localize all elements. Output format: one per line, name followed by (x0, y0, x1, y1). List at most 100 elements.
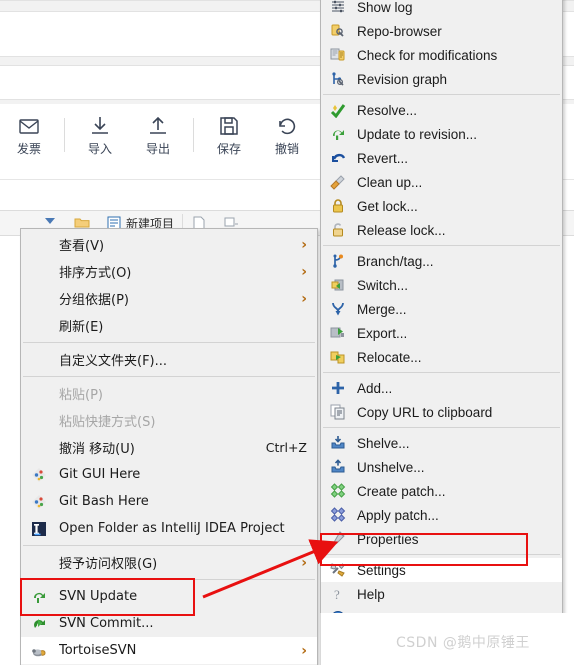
repo-browser-icon (327, 22, 349, 40)
toolbar-item-invoice[interactable]: 发票 (0, 104, 58, 157)
none (29, 554, 49, 572)
menu-item-o[interactable]: 排序方式(O) › (21, 258, 317, 285)
shell-context-menu[interactable]: 查看(V) › 排序方式(O) › 分组依据(P) › 刷新(E) 自定义文件夹(F)... 粘… (20, 228, 318, 665)
menu-item-export[interactable]: Export... (321, 321, 562, 345)
svn-update-icon (29, 588, 49, 606)
toolbar-item-export[interactable]: 导出 (129, 104, 187, 157)
menu-separator (323, 245, 560, 246)
menu-item-unshelve[interactable]: Unshelve... (321, 455, 562, 479)
git-icon (29, 493, 49, 511)
merge-icon (327, 300, 349, 318)
properties-icon (327, 530, 349, 548)
tortoisesvn-icon (29, 642, 49, 660)
menu-item-label: Resolve... (357, 102, 418, 118)
menu-item-switch[interactable]: Switch... (321, 273, 562, 297)
menu-item-label: Help (357, 586, 385, 602)
undo-icon (258, 114, 316, 140)
menu-item-label: Show log (357, 0, 413, 15)
menu-item-help[interactable]: ? Help (321, 582, 562, 606)
toolbar-item-save[interactable]: 保存 (200, 104, 258, 157)
toolbar-item-undo[interactable]: 撤销 (258, 104, 316, 157)
menu-item-e[interactable]: 刷新(E) (21, 312, 317, 339)
menu-item-label: 排序方式(O) (59, 266, 132, 281)
menu-item-label: Add... (357, 380, 393, 396)
shelve-icon (327, 434, 349, 452)
save-icon (200, 114, 258, 140)
menu-item-settings[interactable]: Settings (321, 558, 562, 582)
menu-item-get-lock[interactable]: Get lock... (321, 194, 562, 218)
menu-item-label: Create patch... (357, 483, 446, 499)
menu-item-svn-update[interactable]: SVN Update (21, 583, 317, 610)
menu-item-revert[interactable]: Revert... (321, 146, 562, 170)
menu-item-label: Check for modifications (357, 47, 498, 63)
menu-item-branch-tag[interactable]: Branch/tag... (321, 249, 562, 273)
menu-item-merge[interactable]: Merge... (321, 297, 562, 321)
menu-item-update-to-revision[interactable]: Update to revision... (321, 122, 562, 146)
toolbar-item-import[interactable]: 导入 (71, 104, 129, 157)
menu-item-open-folder-as-intellij-idea-project[interactable]: Open Folder as IntelliJ IDEA Project (21, 515, 317, 542)
export-icon (327, 324, 349, 342)
menu-item-tortoisesvn[interactable]: TortoiseSVN › (21, 637, 317, 664)
menu-item-label: Git Bash Here (59, 494, 149, 509)
menu-item-label: Settings (357, 562, 406, 578)
none (29, 317, 49, 335)
menu-item-label: Export... (357, 325, 408, 341)
menu-item-label: Unshelve... (357, 459, 425, 475)
none (29, 290, 49, 308)
menu-item-release-lock[interactable]: Release lock... (321, 218, 562, 242)
relocate-icon (327, 348, 349, 366)
menu-separator (23, 376, 315, 377)
menu-item-shelve[interactable]: Shelve... (321, 431, 562, 455)
toolbar-label-undo: 撤销 (274, 142, 299, 156)
toolbar-separator-2 (193, 118, 194, 152)
menu-item-git-bash-here[interactable]: Git Bash Here (21, 488, 317, 515)
menu-item-show-log[interactable]: Show log (321, 0, 562, 19)
invoice-icon (0, 114, 58, 140)
menu-item-u[interactable]: 撤消 移动(U) Ctrl+Z (21, 434, 317, 461)
apply-patch-icon (327, 506, 349, 524)
menu-item-g[interactable]: 授予访问权限(G) › (21, 549, 317, 576)
menu-item-label: 自定义文件夹(F)... (59, 354, 168, 369)
none (29, 236, 49, 254)
menu-item-revision-graph[interactable]: Revision graph (321, 67, 562, 91)
menu-item-p[interactable]: 分组依据(P) › (21, 285, 317, 312)
menu-item-f[interactable]: 自定义文件夹(F)... (21, 346, 317, 373)
menu-item-label: Update to revision... (357, 126, 478, 142)
toolbar-label-save: 保存 (216, 142, 241, 156)
menu-item-svn-commit[interactable]: SVN Commit... (21, 610, 317, 637)
menu-item-create-patch[interactable]: Create patch... (321, 479, 562, 503)
menu-item-label: SVN Commit... (59, 616, 154, 631)
menu-item-resolve[interactable]: Resolve... (321, 98, 562, 122)
tortoisesvn-submenu[interactable]: Show log Repo-browser Check for modificati… (320, 0, 563, 633)
get-lock-icon (327, 197, 349, 215)
chevron-right-icon: › (301, 263, 307, 280)
none (29, 351, 49, 369)
menu-item-s: 粘贴快捷方式(S) (21, 407, 317, 434)
menu-item-label: 分组依据(P) (59, 293, 129, 308)
none (29, 263, 49, 281)
menu-item-label: Revert... (357, 150, 409, 166)
menu-item-properties[interactable]: Properties (321, 527, 562, 551)
svn-commit-icon (29, 615, 49, 633)
menu-item-label: 授予访问权限(G) (59, 557, 158, 572)
menu-item-check-for-modifications[interactable]: Check for modifications (321, 43, 562, 67)
menu-item-add[interactable]: Add... (321, 376, 562, 400)
menu-separator (23, 545, 315, 546)
menu-item-relocate[interactable]: Relocate... (321, 345, 562, 369)
menu-item-copy-url-to-clipboard[interactable]: Copy URL to clipboard (321, 400, 562, 424)
menu-item-label: 粘贴(P) (59, 388, 103, 403)
menu-item-repo-browser[interactable]: Repo-browser (321, 19, 562, 43)
none (29, 385, 49, 403)
menu-item-clean-up[interactable]: Clean up... (321, 170, 562, 194)
copy-url-icon (327, 403, 349, 421)
none (29, 412, 49, 430)
menu-item-label: SVN Update (59, 589, 138, 604)
add-icon (327, 379, 349, 397)
resolve-icon (327, 101, 349, 119)
chevron-right-icon: › (301, 236, 307, 253)
menu-item-v[interactable]: 查看(V) › (21, 231, 317, 258)
screenshot-root: 发票 导入 导出 保存 撤销 新建项目 查看(V) › 排序方式(O) › 分组… (0, 0, 574, 665)
menu-item-apply-patch[interactable]: Apply patch... (321, 503, 562, 527)
menu-item-git-gui-here[interactable]: Git GUI Here (21, 461, 317, 488)
check-modifications-icon (327, 46, 349, 64)
